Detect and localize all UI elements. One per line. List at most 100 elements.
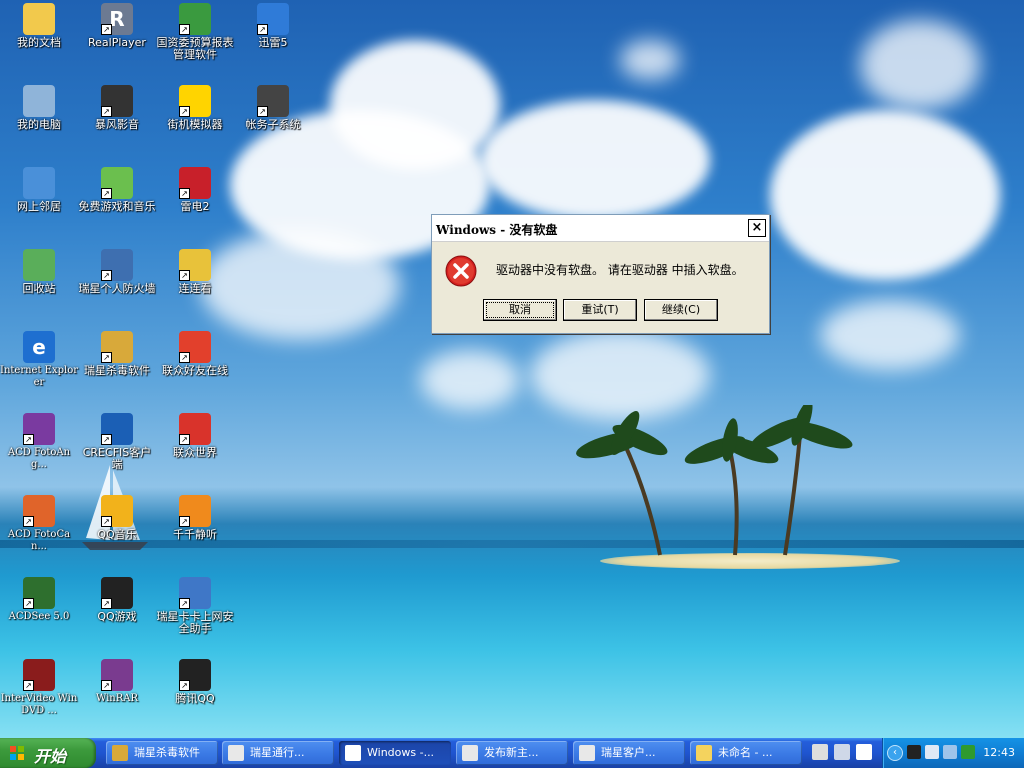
acdsee-icon: ↗ <box>23 577 55 609</box>
cloud <box>620 40 680 80</box>
paint-icon <box>696 745 712 761</box>
taskbar-button[interactable]: 未命名 - ... <box>690 741 802 765</box>
keyboard-icon[interactable] <box>812 744 828 760</box>
shortcut-arrow-icon: ↗ <box>257 106 268 117</box>
shortcut-arrow-icon: ↗ <box>23 516 34 527</box>
taskbar-button[interactable]: 瑞星客户... <box>573 741 685 765</box>
qq-music-icon: ↗ <box>101 495 133 527</box>
taskbar-button-label: 瑞星通行... <box>250 746 305 759</box>
retry-button[interactable]: 重试(T) <box>563 299 637 321</box>
close-button[interactable]: × <box>748 219 766 237</box>
cloud <box>770 110 1000 280</box>
desktop-icon[interactable]: 网上邻居 <box>0 167 78 213</box>
desktop-icon[interactable]: ↗ QQ音乐 <box>78 495 156 541</box>
desktop-icon[interactable]: ↗ 瑞星卡卡上网安全助手 <box>156 577 234 635</box>
cloud <box>480 100 710 220</box>
desktop-icon[interactable]: ↗ 暴风影音 <box>78 85 156 131</box>
desktop-icon-label: 网上邻居 <box>17 200 61 213</box>
desktop-icon[interactable]: ↗ InterVideo WinDVD ... <box>0 659 78 717</box>
desktop-icon[interactable]: ↗ WinRAR <box>78 659 156 705</box>
display-tray-icon[interactable] <box>943 745 957 759</box>
desktop-icon[interactable]: ↗ 瑞星杀毒软件 <box>78 331 156 377</box>
acd-fotocanvas-icon: ↗ <box>23 495 55 527</box>
tencent-qq-icon: ↗ <box>179 659 211 691</box>
desktop-icon[interactable]: ↗ 雷电2 <box>156 167 234 213</box>
palm-trees <box>576 405 853 556</box>
desktop-icon[interactable]: R ↗ RealPlayer <box>78 3 156 49</box>
pen-icon[interactable] <box>834 744 850 760</box>
taskbar-button[interactable]: 瑞星杀毒软件 <box>106 741 218 765</box>
desktop-icon-label: ACDSee 5.0 <box>8 611 70 622</box>
my-computer-icon <box>23 85 55 117</box>
system-tray: ‹ 12:43 <box>882 738 1024 768</box>
qq-tray-icon[interactable] <box>907 745 921 759</box>
taskbar-button[interactable]: 瑞星通行... <box>222 741 334 765</box>
taskbar-button[interactable]: 发布新主... <box>456 741 568 765</box>
clock: 12:43 <box>983 746 1015 759</box>
cancel-button[interactable]: 取消 <box>483 299 557 321</box>
taskbar-button-label: 发布新主... <box>484 746 539 759</box>
shortcut-arrow-icon: ↗ <box>23 680 34 691</box>
start-button[interactable]: 开始 <box>0 738 96 768</box>
desktop-icon[interactable]: ↗ 腾讯QQ <box>156 659 234 705</box>
shortcut-arrow-icon: ↗ <box>101 434 112 445</box>
desktop-icon[interactable]: 回收站 <box>0 249 78 295</box>
shortcut-arrow-icon: ↗ <box>179 188 190 199</box>
desktop-icon[interactable]: ↗ 联众世界 <box>156 413 234 459</box>
show-hidden-icons-button[interactable]: ‹ <box>887 745 903 761</box>
desktop-icon-label: 帐务子系统 <box>245 118 301 131</box>
desktop-icon-label: 瑞星个人防火墙 <box>78 282 156 295</box>
desktop-icon[interactable]: ↗ 千千静听 <box>156 495 234 541</box>
arcade-emulator-icon: ↗ <box>179 85 211 117</box>
taskbar-button[interactable]: Windows -... <box>339 741 451 765</box>
desktop-icon[interactable]: ↗ 迅雷5 <box>234 3 312 49</box>
desktop-icon-label: 瑞星卡卡上网安全助手 <box>156 610 234 635</box>
raiden-icon: ↗ <box>179 167 211 199</box>
desktop-icon-label: 迅雷5 <box>258 36 288 49</box>
desktop-icon[interactable]: ↗ 街机模拟器 <box>156 85 234 131</box>
shortcut-arrow-icon: ↗ <box>179 24 190 35</box>
desktop-icon-label: 联众世界 <box>173 446 217 459</box>
desktop-icon[interactable]: 我的文档 <box>0 3 78 49</box>
desktop-icon-label: ACD FotoCan... <box>7 529 71 552</box>
desktop-icon-label: 千千静听 <box>173 528 217 541</box>
desktop-icon[interactable]: ↗ 国资委预算报表管理软件 <box>156 3 234 61</box>
icon-glyph <box>23 85 55 117</box>
desktop-icon[interactable]: ↗ ACD FotoAng... <box>0 413 78 471</box>
taskbar: 开始 瑞星杀毒软件 瑞星通行... Windows -... 发布新主... 瑞星客户.… <box>0 738 1024 768</box>
ourgame-world-icon: ↗ <box>179 413 211 445</box>
help-icon[interactable] <box>856 744 872 760</box>
desktop-icon[interactable]: 我的电脑 <box>0 85 78 131</box>
document-icon <box>228 745 244 761</box>
desktop-icon[interactable]: ↗ 瑞星个人防火墙 <box>78 249 156 295</box>
desktop-icon[interactable]: ↗ CRECFIS客户端 <box>78 413 156 471</box>
window-icon <box>345 745 361 761</box>
lianliankan-icon: ↗ <box>179 249 211 281</box>
desktop-icon-label: RealPlayer <box>88 36 146 49</box>
continue-button[interactable]: 继续(C) <box>644 299 718 321</box>
shortcut-arrow-icon: ↗ <box>179 680 190 691</box>
desktop-icon[interactable]: ↗ 联众好友在线 <box>156 331 234 377</box>
dialog-titlebar[interactable]: Windows - 没有软盘 × <box>432 215 769 242</box>
desktop-icon[interactable]: ↗ ACD FotoCan... <box>0 495 78 553</box>
desktop-icon[interactable]: ↗ 免费游戏和音乐 <box>78 167 156 213</box>
document-icon <box>462 745 478 761</box>
desktop-icon-label: 腾讯QQ <box>175 692 215 705</box>
desktop-icon[interactable]: e Internet Explorer <box>0 331 78 389</box>
kaka-tray-icon[interactable] <box>961 745 975 759</box>
cloud <box>860 20 980 110</box>
thunder-icon: ↗ <box>257 3 289 35</box>
cloud <box>330 40 500 170</box>
shortcut-arrow-icon: ↗ <box>101 270 112 281</box>
desktop-icon-label: 连连看 <box>178 282 212 295</box>
desktop-icon[interactable]: ↗ 帐务子系统 <box>234 85 312 131</box>
network-tray-icon[interactable] <box>925 745 939 759</box>
desktop-icon[interactable]: ↗ QQ游戏 <box>78 577 156 623</box>
storm-player-icon: ↗ <box>101 85 133 117</box>
icon-glyph <box>23 249 55 281</box>
desktop-icon[interactable]: ↗ ACDSee 5.0 <box>0 577 78 623</box>
shortcut-arrow-icon: ↗ <box>101 106 112 117</box>
desktop-icon[interactable]: ↗ 连连看 <box>156 249 234 295</box>
winrar-icon: ↗ <box>101 659 133 691</box>
shortcut-arrow-icon: ↗ <box>179 598 190 609</box>
